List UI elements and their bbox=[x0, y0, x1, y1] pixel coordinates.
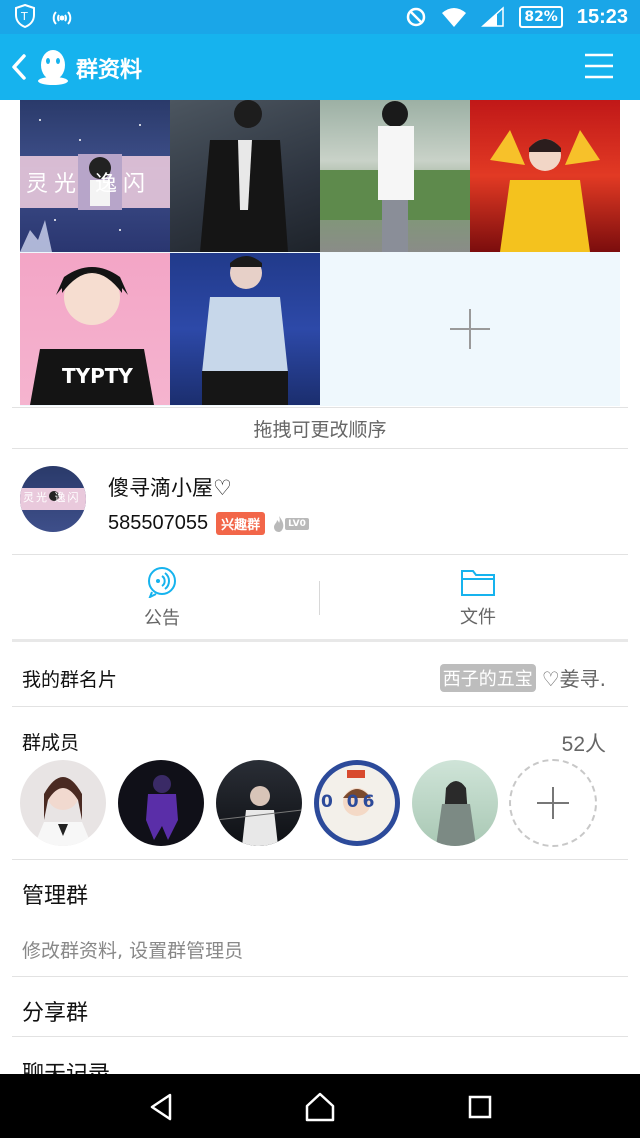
title-bar: 群资料 bbox=[0, 34, 640, 100]
svg-text:T: T bbox=[20, 10, 28, 23]
signal-icon bbox=[481, 6, 505, 27]
group-photo[interactable] bbox=[320, 100, 470, 252]
group-actions: 公告 文件 bbox=[12, 554, 628, 642]
back-icon[interactable] bbox=[6, 48, 34, 86]
card-suffix: ♡姜寻. bbox=[541, 667, 606, 691]
member-avatar[interactable] bbox=[216, 760, 302, 846]
card-chip: 西子的五宝 bbox=[439, 663, 536, 692]
member-avatar[interactable] bbox=[412, 760, 498, 846]
group-id: 585507055 bbox=[108, 512, 209, 534]
nav-back-icon[interactable] bbox=[144, 1090, 178, 1124]
my-group-card-row[interactable]: 我的群名片 西子的五宝 ♡姜寻. bbox=[12, 645, 628, 707]
group-avatar[interactable]: 灵光 逸闪 bbox=[20, 466, 86, 532]
nav-recents-icon[interactable] bbox=[463, 1090, 497, 1124]
nav-home-icon[interactable] bbox=[303, 1090, 337, 1124]
divider bbox=[319, 581, 320, 615]
clock: 15:23 bbox=[576, 5, 628, 28]
manage-group-desc: 修改群资料, 设置群管理员 bbox=[22, 940, 244, 962]
do-not-disturb-icon bbox=[407, 7, 426, 27]
group-info: 灵光 逸闪 傻寻滴小屋♡ 585507055 兴趣群 LV0 bbox=[0, 450, 640, 554]
group-level-badge: LV0 bbox=[273, 515, 309, 533]
files-label: 文件 bbox=[460, 607, 496, 628]
reorder-hint: 拖拽可更改顺序 bbox=[12, 407, 628, 449]
system-nav-bar bbox=[0, 1074, 640, 1138]
photo-banner-text: 灵光 逸闪 bbox=[26, 172, 151, 197]
member-avatar[interactable] bbox=[20, 760, 106, 846]
notice-label: 公告 bbox=[144, 608, 180, 629]
group-tag-badge: 兴趣群 bbox=[216, 512, 266, 535]
chat-history-row[interactable]: 聊天记录 bbox=[12, 1038, 628, 1078]
manage-group-title: 管理群 bbox=[22, 884, 89, 909]
shield-icon: T bbox=[15, 4, 35, 28]
menu-icon[interactable] bbox=[584, 52, 614, 80]
add-photo-button[interactable] bbox=[320, 253, 620, 405]
manage-group-row[interactable]: 管理群 修改群资料, 设置群管理员 bbox=[12, 860, 628, 977]
wifi-hotspot-icon bbox=[52, 11, 72, 25]
add-member-button[interactable] bbox=[509, 759, 597, 847]
member-avatar-text: 0 06 bbox=[321, 792, 379, 812]
battery-indicator: 82% bbox=[519, 6, 563, 28]
status-bar: T 82% 15:23 bbox=[0, 0, 640, 34]
plus-icon bbox=[450, 309, 490, 349]
share-group-row[interactable]: 分享群 bbox=[12, 977, 628, 1037]
qq-penguin-icon bbox=[38, 50, 68, 85]
member-avatar[interactable] bbox=[118, 760, 204, 846]
group-photo[interactable] bbox=[470, 100, 620, 252]
group-photo[interactable]: TYPTY bbox=[20, 253, 170, 405]
members-label: 群成员 bbox=[22, 732, 80, 754]
flame-icon bbox=[274, 515, 284, 532]
members-row[interactable]: 群成员 52人 0 06 bbox=[12, 708, 628, 860]
folder-icon bbox=[461, 570, 495, 596]
members-count: 52人 bbox=[561, 733, 606, 756]
wifi-icon bbox=[442, 8, 467, 27]
group-photo[interactable]: 灵光 逸闪 bbox=[20, 100, 170, 252]
page-title: 群资料 bbox=[76, 58, 143, 83]
announcement-icon bbox=[148, 567, 176, 598]
member-avatar[interactable]: 0 06 bbox=[314, 760, 400, 846]
svg-text:TYPTY: TYPTY bbox=[62, 364, 133, 388]
notice-button[interactable]: 公告 bbox=[12, 555, 312, 641]
group-avatar-text: 灵光 逸闪 bbox=[23, 491, 81, 504]
my-card-label: 我的群名片 bbox=[22, 669, 118, 691]
plus-icon bbox=[537, 787, 569, 819]
level-label: LV0 bbox=[285, 517, 309, 530]
share-group-title: 分享群 bbox=[22, 1001, 89, 1026]
group-id-row: 585507055 兴趣群 LV0 bbox=[108, 512, 309, 535]
group-photo[interactable] bbox=[170, 100, 320, 252]
my-card-value: 西子的五宝 ♡姜寻. bbox=[439, 663, 606, 692]
group-photo-grid: 灵光 逸闪 TYPTY bbox=[20, 100, 620, 406]
group-photo[interactable] bbox=[170, 253, 320, 405]
group-name: 傻寻滴小屋♡ bbox=[108, 476, 232, 500]
files-button[interactable]: 文件 bbox=[328, 555, 628, 641]
